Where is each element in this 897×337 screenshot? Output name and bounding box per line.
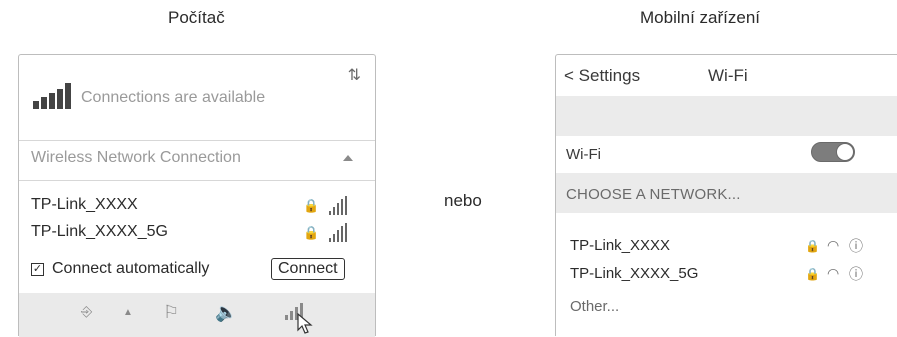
network-item[interactable]: TP-Link_XXXX — [570, 237, 670, 254]
network-ssid: TP-Link_XXXX — [31, 196, 138, 213]
wifi-icon: ◠ — [827, 265, 840, 281]
network-icon[interactable]: ⎆ — [81, 303, 92, 320]
status-text: Connections are available — [81, 89, 266, 106]
wifi-toggle[interactable] — [811, 142, 855, 162]
mobile-caption: Mobilní zařízení — [640, 8, 760, 27]
pc-caption: Počítač — [168, 8, 225, 27]
signal-icon — [329, 196, 347, 215]
nav-bar: < Settings Wi-Fi — [556, 55, 897, 96]
signal-icon — [329, 223, 347, 242]
spacer — [556, 96, 897, 136]
network-ssid: TP-Link_XXXX — [570, 237, 671, 254]
refresh-icon[interactable]: ⇅ — [348, 65, 361, 85]
action-center-icon[interactable]: ⚐ — [163, 302, 179, 323]
network-item[interactable]: TP-Link_XXXX_5G — [570, 265, 698, 282]
collapse-icon[interactable] — [343, 155, 353, 161]
info-icon[interactable]: ⓘ — [849, 236, 863, 256]
auto-connect-checkbox[interactable]: ✓ — [31, 262, 44, 276]
volume-icon[interactable]: 🔈 — [215, 302, 237, 323]
lock-icon: 🔒 — [303, 198, 320, 213]
separator-text: nebo — [444, 191, 482, 210]
auto-connect-label: Connect automatically — [52, 260, 210, 277]
cursor-icon — [297, 313, 313, 334]
mobile-wifi-panel: < Settings Wi-Fi Wi-Fi CHOOSE A NETWORK.… — [555, 54, 897, 336]
divider — [19, 180, 375, 181]
lock-icon: 🔒 — [805, 239, 820, 253]
network-item[interactable]: TP-Link_XXXX — [31, 196, 138, 214]
page-title: Wi-Fi — [708, 66, 748, 85]
taskbar: ⎆ ▲ ⚐ 🔈 — [19, 293, 375, 337]
network-ssid: TP-Link_XXXX_5G — [570, 265, 699, 282]
network-status-icon — [33, 83, 71, 109]
connect-button[interactable]: Connect — [271, 258, 345, 280]
status-row: Connections are available — [33, 83, 265, 109]
divider — [19, 140, 375, 141]
pc-wifi-panel: ⇅ Connections are available Wireless Net… — [18, 54, 376, 337]
back-button[interactable]: < Settings — [564, 66, 640, 86]
show-hidden-icon[interactable]: ▲ — [123, 307, 133, 318]
wifi-label: Wi-Fi — [566, 146, 601, 163]
info-icon[interactable]: ⓘ — [849, 264, 863, 284]
network-item[interactable]: TP-Link_XXXX_5G — [31, 223, 168, 241]
auto-connect-row[interactable]: ✓ Connect automatically — [31, 260, 209, 278]
wifi-icon: ◠ — [827, 237, 840, 253]
other-network-item[interactable]: Other... — [570, 298, 619, 315]
choose-network-header: CHOOSE A NETWORK... — [566, 186, 741, 203]
lock-icon: 🔒 — [303, 225, 320, 240]
lock-icon: 🔒 — [805, 267, 820, 281]
network-ssid: TP-Link_XXXX_5G — [31, 223, 168, 240]
connection-title: Wireless Network Connection — [31, 149, 241, 166]
